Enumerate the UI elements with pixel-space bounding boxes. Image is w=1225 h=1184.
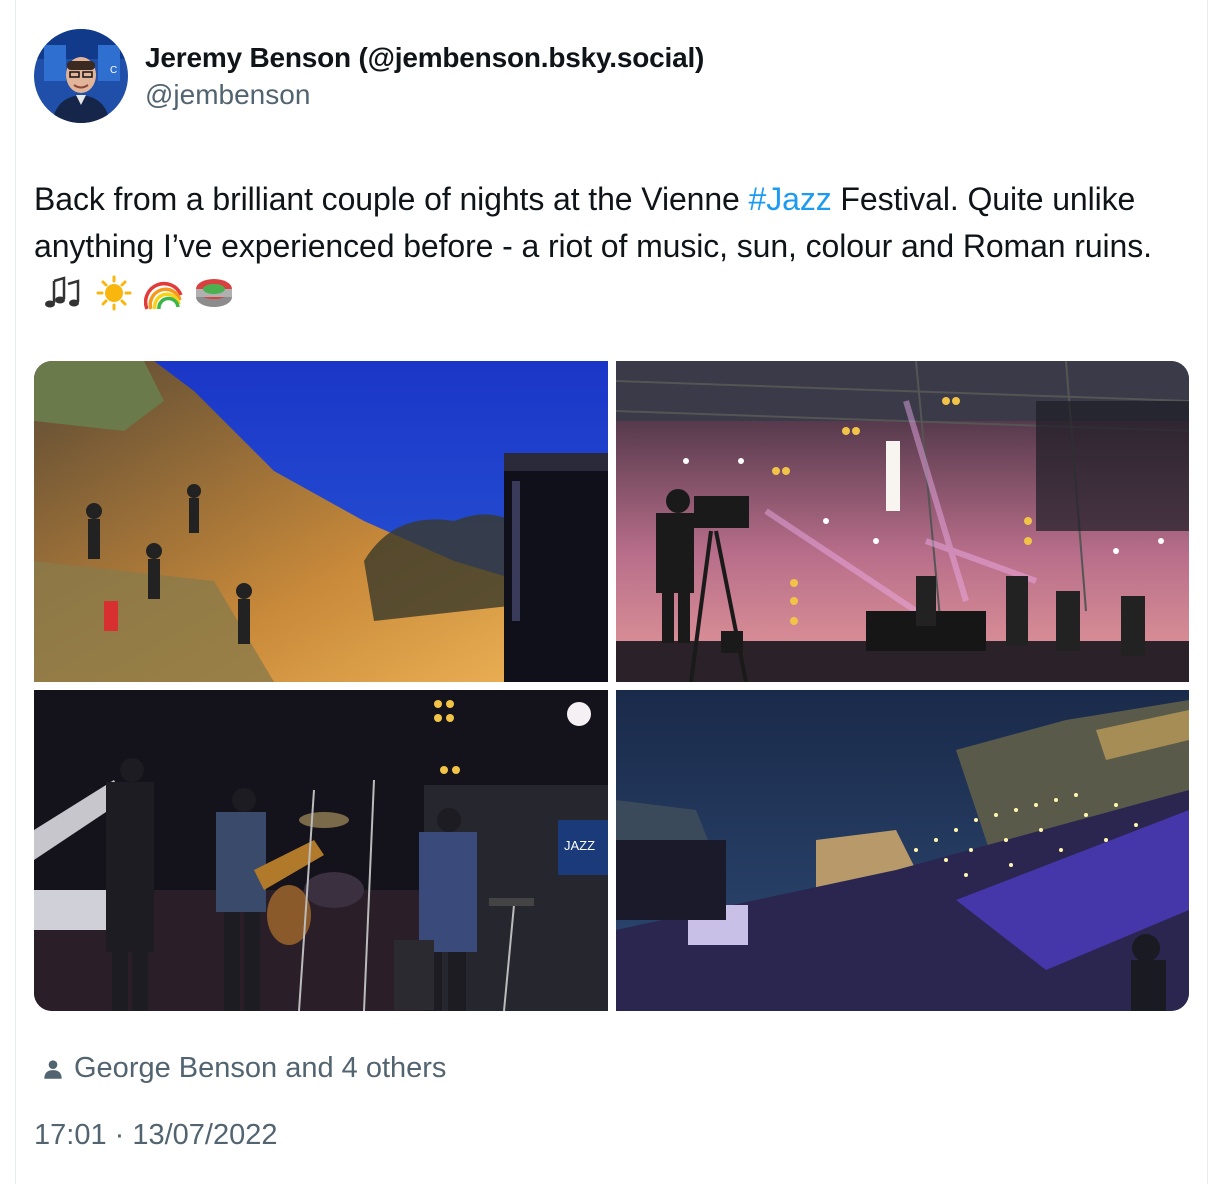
sun-emoji: [94, 275, 134, 311]
tagged-people-link[interactable]: George Benson and 4 others: [40, 1052, 446, 1085]
rainbow-emoji: [143, 275, 184, 311]
svg-text:JAZZ: JAZZ: [564, 838, 595, 853]
amphitheatre-crowd-dusk-photo[interactable]: [34, 361, 608, 682]
svg-text:C: C: [110, 65, 117, 76]
media-grid: JAZZ: [34, 361, 1189, 1011]
tweet-timestamp[interactable]: 17:01 · 13/07/2022: [34, 1119, 277, 1152]
hashtag-link[interactable]: #Jazz: [749, 181, 832, 217]
author-avatar[interactable]: C: [34, 29, 128, 123]
person-icon: [44, 1059, 62, 1079]
stadium-emoji: [194, 275, 234, 311]
stage-camera-operator-photo[interactable]: [616, 361, 1189, 682]
author-name[interactable]: Jeremy Benson (@jembenson.bsky.social): [145, 42, 704, 74]
tweet-text: Back from a brilliant couple of nights a…: [34, 176, 1184, 317]
amphitheatre-night-crowd-photo[interactable]: [616, 690, 1189, 1011]
tagged-people-label: George Benson and 4 others: [74, 1052, 447, 1084]
musical-notes-emoji: [44, 275, 84, 311]
author-handle[interactable]: @jembenson: [145, 79, 310, 111]
tweet-text-part-1: Back from a brilliant couple of nights a…: [34, 181, 749, 217]
band-on-stage-photo[interactable]: JAZZ: [34, 690, 608, 1011]
